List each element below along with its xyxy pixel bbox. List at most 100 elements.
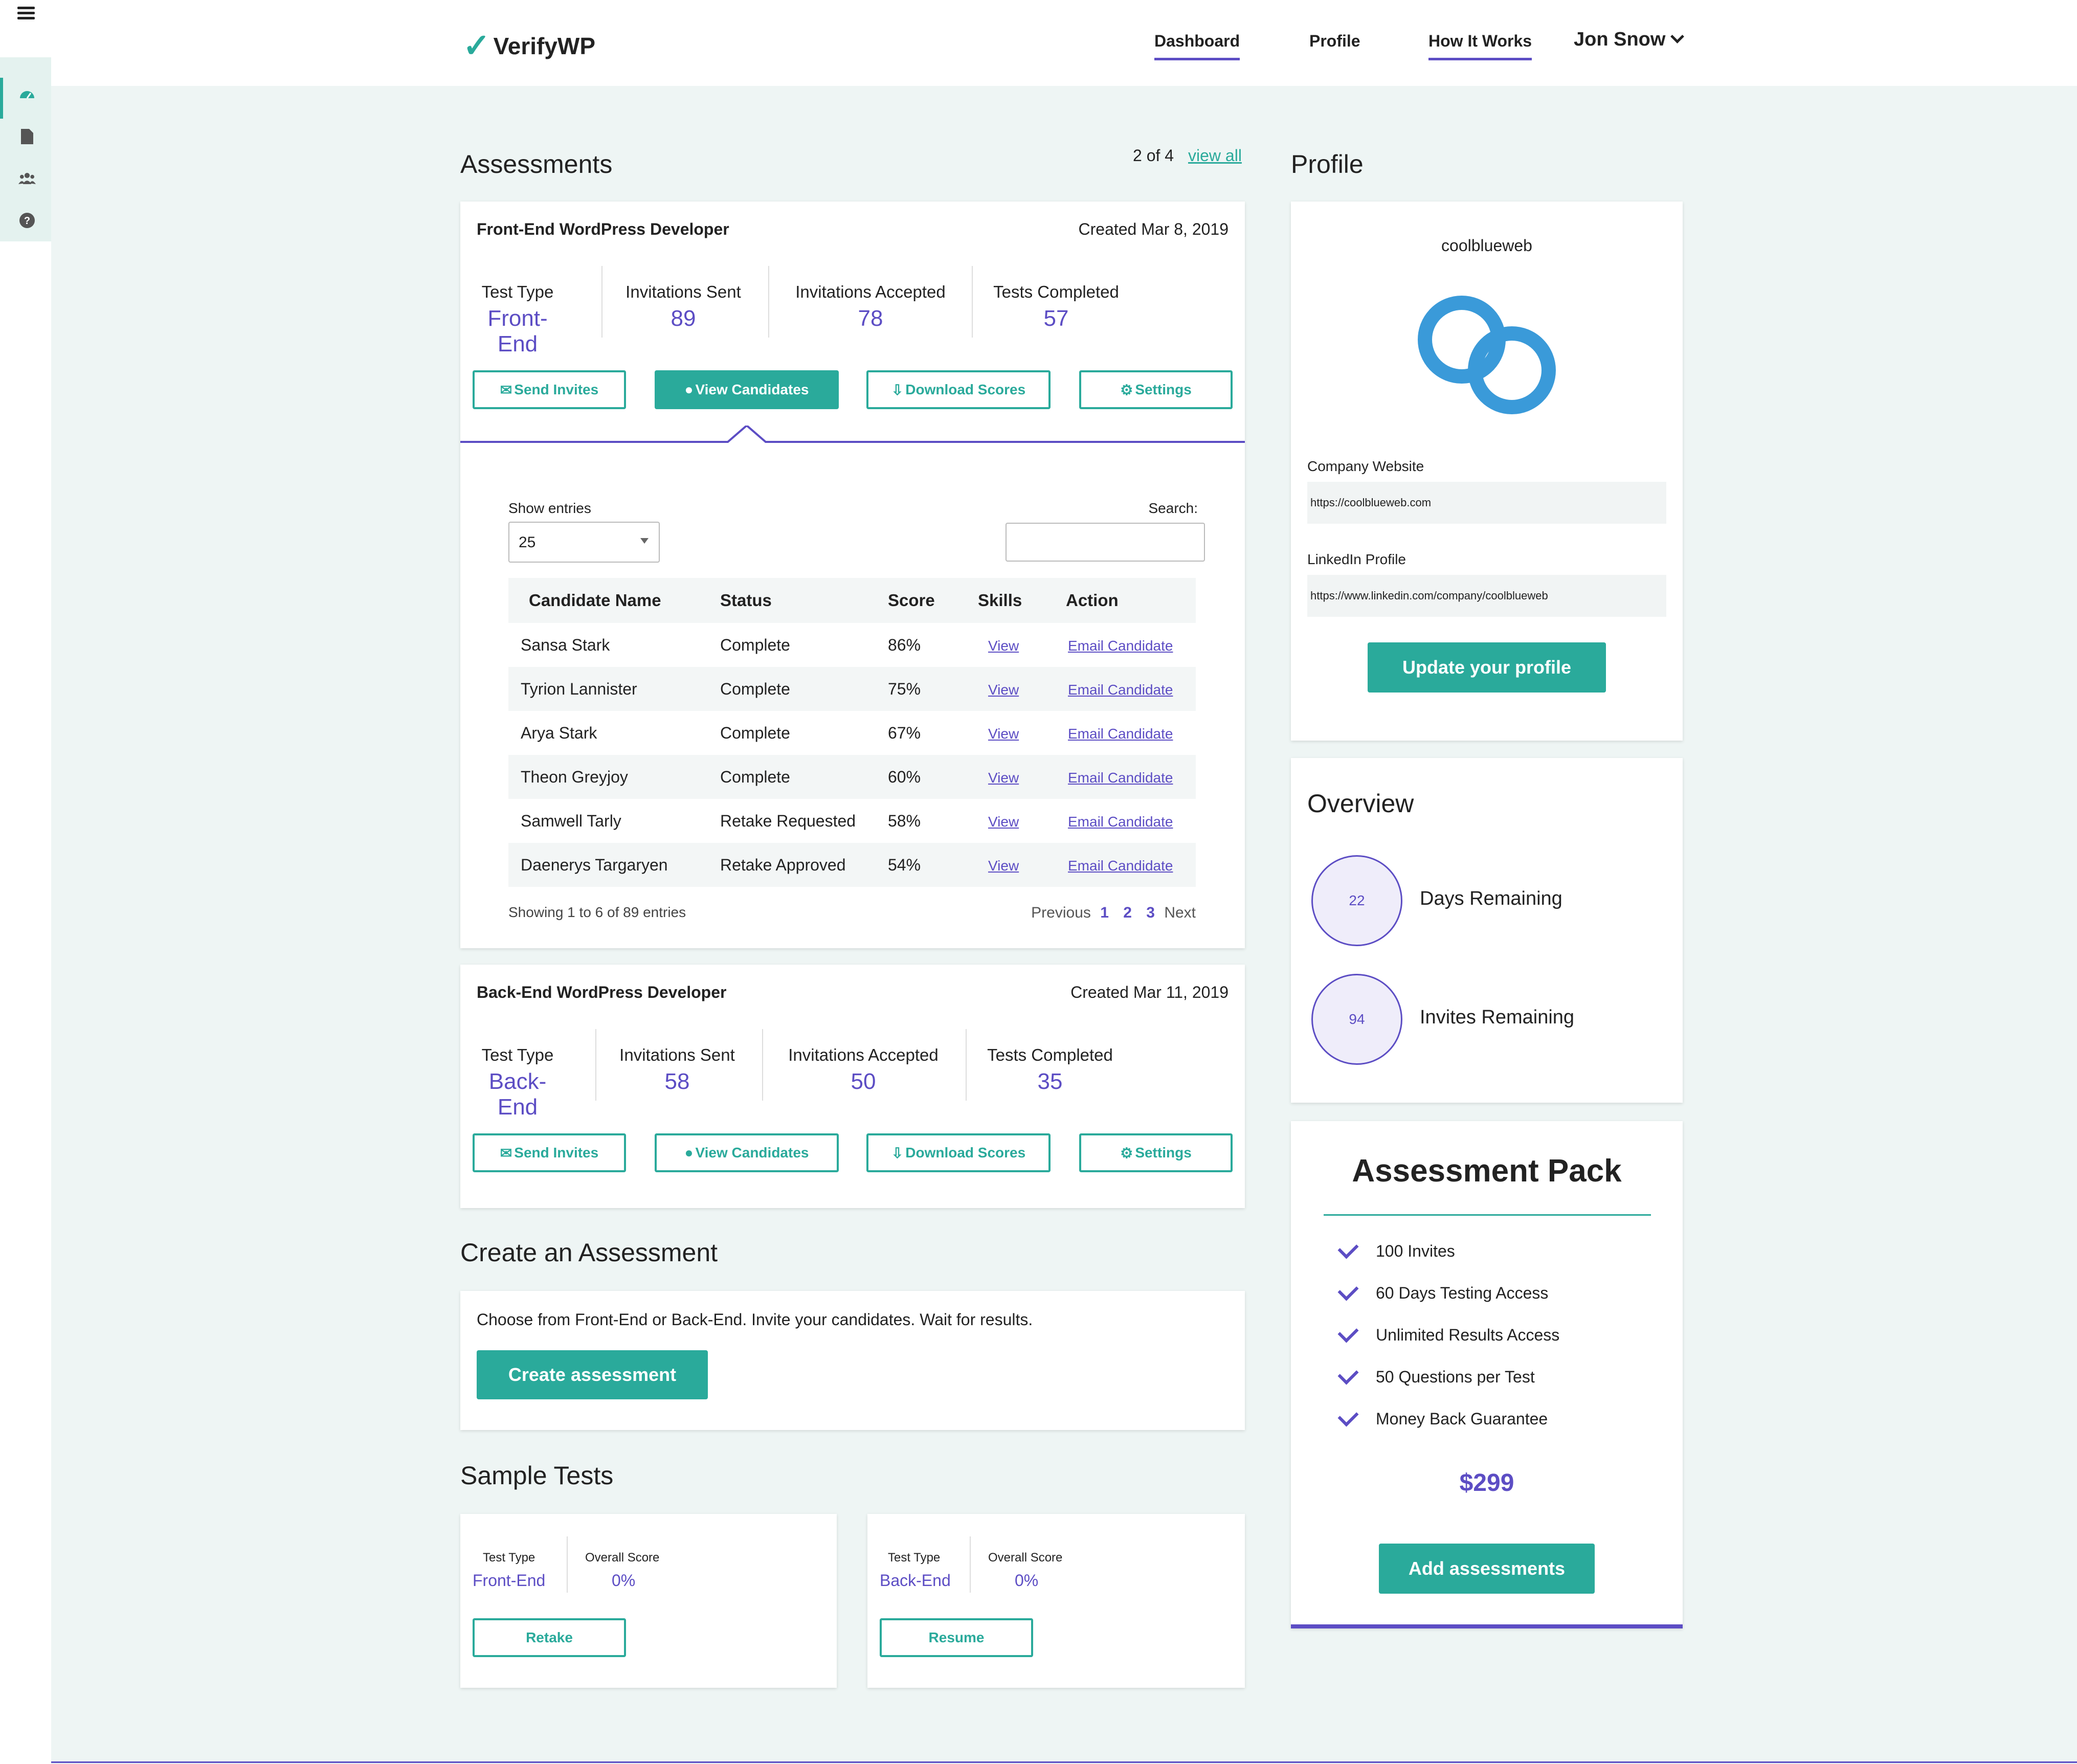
pagination-page[interactable]: 3 xyxy=(1146,904,1155,921)
sample-test-type-label: Test Type xyxy=(483,1551,535,1565)
candidate-name: Tyrion Lannister xyxy=(508,667,720,711)
candidate-status: Complete xyxy=(720,667,888,711)
stat-label: Invitations Accepted xyxy=(788,1045,939,1064)
invites-remaining-label: Invites Remaining xyxy=(1420,1007,1575,1028)
envelope-icon: ✉ xyxy=(500,1145,512,1161)
settings-button[interactable]: ⚙ Settings xyxy=(1079,370,1233,409)
assessment-title: Back-End WordPress Developer xyxy=(477,983,727,1001)
view-skills-link[interactable]: View xyxy=(988,814,1019,830)
update-profile-button[interactable]: Update your profile xyxy=(1368,642,1606,693)
profile-title: Profile xyxy=(1291,150,1364,178)
view-all-link[interactable]: view all xyxy=(1188,146,1242,165)
stat-value: 35 xyxy=(1037,1069,1063,1094)
nav-dashboard[interactable]: Dashboard xyxy=(1154,32,1240,60)
check-icon xyxy=(1337,1321,1359,1343)
verify-check-icon: ✓ xyxy=(463,27,490,64)
users-icon: ● xyxy=(684,1145,694,1160)
user-menu[interactable]: Jon Snow xyxy=(1574,29,1685,51)
stat-invitations-accepted: Invitations Accepted 50 xyxy=(783,1045,944,1095)
col-action[interactable]: Action xyxy=(1066,578,1196,623)
app-logo[interactable]: ✓ VerifyWP xyxy=(463,27,595,65)
view-skills-link[interactable]: View xyxy=(988,638,1019,654)
col-skills[interactable]: Skills xyxy=(978,578,1066,623)
col-score[interactable]: Score xyxy=(888,578,978,623)
pack-feature-label: Unlimited Results Access xyxy=(1376,1326,1560,1344)
sidebar: ? xyxy=(0,57,51,1764)
table-info: Showing 1 to 6 of 89 entries xyxy=(508,904,686,920)
col-candidate-name[interactable]: Candidate Name xyxy=(508,578,720,623)
col-status[interactable]: Status xyxy=(720,578,888,623)
pagination-page[interactable]: 2 xyxy=(1123,904,1132,921)
nav-profile[interactable]: Profile xyxy=(1309,32,1360,51)
search-label: Search: xyxy=(1148,500,1198,516)
pack-feature-label: 100 Invites xyxy=(1376,1242,1455,1260)
stat-label: Tests Completed xyxy=(993,282,1119,301)
email-candidate-link[interactable]: Email Candidate xyxy=(1068,682,1173,698)
view-skills-link[interactable]: View xyxy=(988,770,1019,786)
divider xyxy=(970,1536,971,1593)
pack-feature-label: Money Back Guarantee xyxy=(1376,1410,1548,1428)
email-candidate-link[interactable]: Email Candidate xyxy=(1068,814,1173,830)
candidate-status: Retake Requested xyxy=(720,811,856,830)
days-remaining-label: Days Remaining xyxy=(1420,888,1562,909)
divider xyxy=(966,1029,967,1101)
candidates-table: Candidate Name Status Score Skills Actio… xyxy=(508,578,1196,887)
view-skills-link[interactable]: View xyxy=(988,726,1019,742)
document-icon[interactable] xyxy=(18,128,36,145)
stat-tests-completed: Tests Completed 57 xyxy=(992,282,1120,331)
sample-score-label: Overall Score xyxy=(585,1551,660,1565)
sample-test-type-label: Test Type xyxy=(888,1551,941,1565)
search-input[interactable] xyxy=(1006,523,1205,562)
linkedin-profile-field[interactable]: https://www.linkedin.com/company/coolblu… xyxy=(1307,575,1666,617)
email-candidate-link[interactable]: Email Candidate xyxy=(1068,638,1173,654)
email-candidate-link[interactable]: Email Candidate xyxy=(1068,726,1173,742)
settings-button[interactable]: ⚙ Settings xyxy=(1079,1133,1233,1172)
resume-button[interactable]: Resume xyxy=(880,1618,1033,1657)
divider xyxy=(601,266,602,338)
candidate-score: 54% xyxy=(888,843,978,887)
linkedin-profile-label: LinkedIn Profile xyxy=(1307,551,1406,567)
sample-test-type: Front-End xyxy=(473,1571,546,1590)
download-scores-button[interactable]: ⇩ Download Scores xyxy=(866,370,1051,409)
help-icon[interactable]: ? xyxy=(18,212,36,229)
pagination-next[interactable]: Next xyxy=(1164,904,1196,921)
pack-feature: Unlimited Results Access xyxy=(1337,1321,1560,1345)
view-candidates-button[interactable]: ● View Candidates xyxy=(655,1133,839,1172)
create-assessment-button[interactable]: Create assessment xyxy=(477,1350,708,1399)
stat-label: Invitations Sent xyxy=(619,1045,735,1064)
candidate-name: Arya Stark xyxy=(521,723,597,742)
retake-button[interactable]: Retake xyxy=(473,1618,626,1657)
candidate-status: Complete xyxy=(720,755,888,799)
send-invites-button[interactable]: ✉ Send Invites xyxy=(473,1133,626,1172)
view-skills-link[interactable]: View xyxy=(988,682,1019,698)
email-candidate-link[interactable]: Email Candidate xyxy=(1068,858,1173,874)
assessment-pack-card: Assessment Pack 100 Invites 60 Days Test… xyxy=(1291,1121,1683,1628)
entries-select[interactable]: 25 xyxy=(508,522,660,563)
button-label: Send Invites xyxy=(514,1145,599,1160)
nav-how-it-works[interactable]: How It Works xyxy=(1428,32,1532,60)
candidate-status: Retake Approved xyxy=(720,843,888,887)
assessment-created-date: Created Mar 8, 2019 xyxy=(1078,220,1229,238)
pagination-page[interactable]: 1 xyxy=(1100,904,1109,921)
send-invites-button[interactable]: ✉ Send Invites xyxy=(473,370,626,409)
add-assessments-button[interactable]: Add assessments xyxy=(1379,1544,1595,1594)
users-icon[interactable] xyxy=(18,170,36,187)
create-assessment-text: Choose from Front-End or Back-End. Invit… xyxy=(477,1310,1033,1329)
hamburger-menu-icon[interactable] xyxy=(17,4,35,21)
button-label: View Candidates xyxy=(695,1145,809,1160)
view-candidates-button[interactable]: ● View Candidates xyxy=(655,370,839,409)
view-skills-link[interactable]: View xyxy=(988,858,1019,874)
pack-price: $299 xyxy=(1459,1469,1514,1497)
table-row: Tyrion Lannister Complete 75% View Email… xyxy=(508,667,1196,711)
dashboard-icon[interactable] xyxy=(18,86,36,103)
email-candidate-link[interactable]: Email Candidate xyxy=(1068,770,1173,786)
chevron-down-icon xyxy=(1670,30,1685,43)
stat-label: Invitations Accepted xyxy=(795,282,946,301)
candidate-status: Complete xyxy=(720,635,790,654)
stat-test-type: Test Type Back-End xyxy=(477,1045,559,1120)
download-scores-button[interactable]: ⇩ Download Scores xyxy=(866,1133,1051,1172)
table-header-row: Candidate Name Status Score Skills Actio… xyxy=(508,578,1196,623)
pagination: Previous 1 2 3 Next xyxy=(1031,904,1196,922)
pagination-previous[interactable]: Previous xyxy=(1031,904,1091,921)
company-website-field[interactable]: https://coolblueweb.com xyxy=(1307,482,1666,524)
